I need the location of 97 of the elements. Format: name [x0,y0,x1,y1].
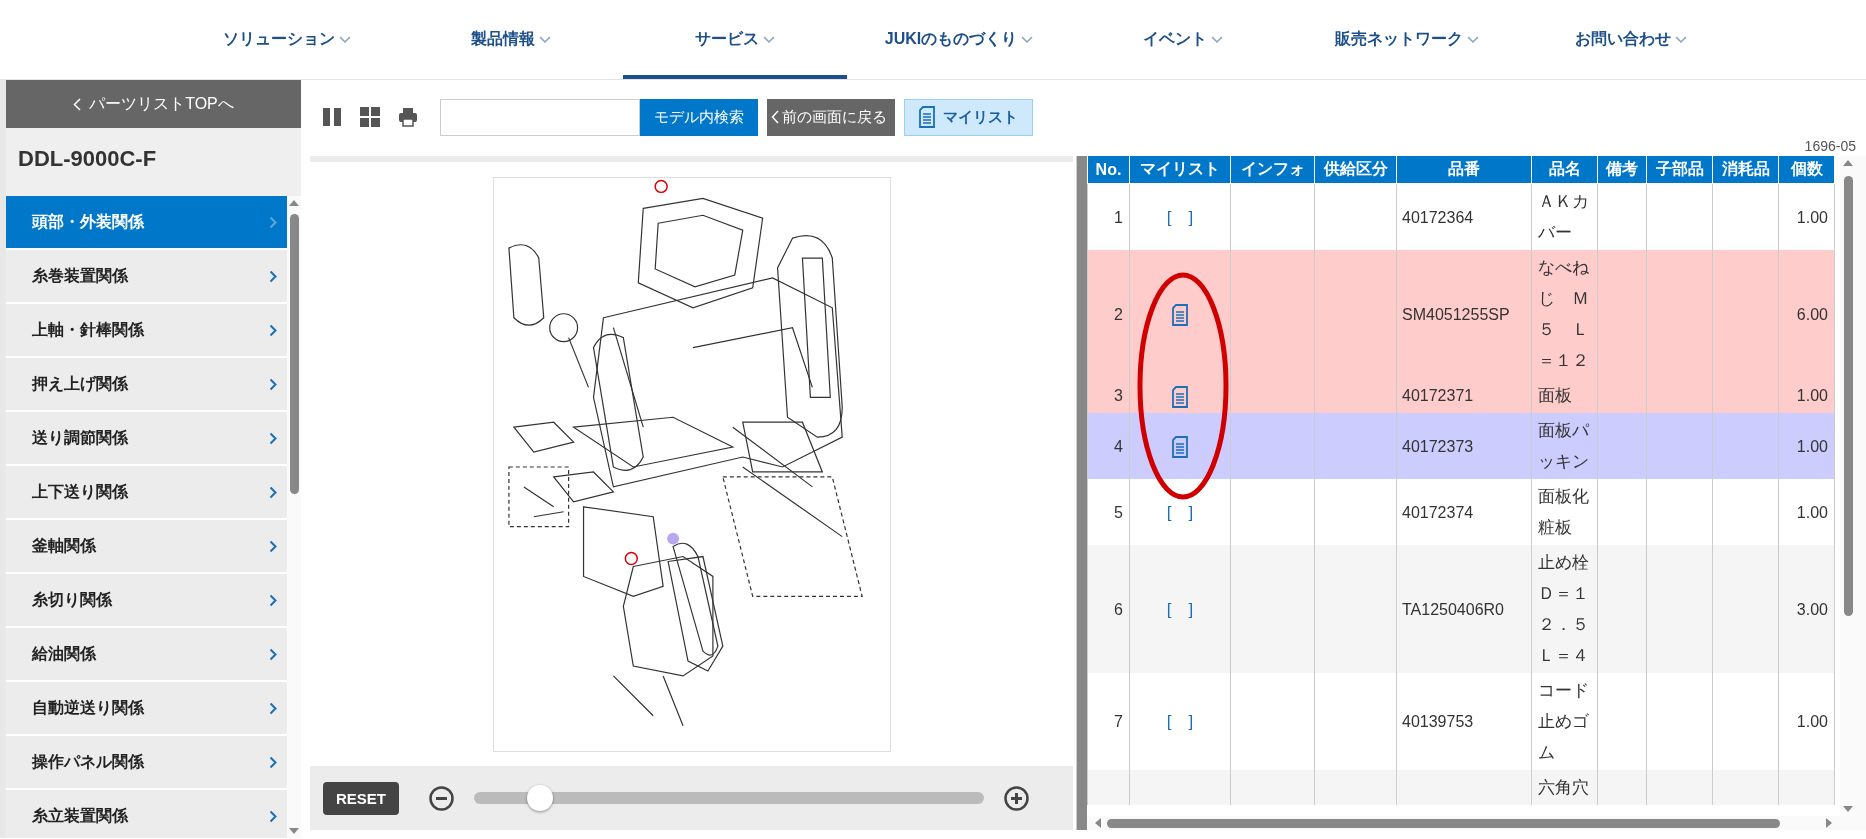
document-icon[interactable] [1172,385,1188,408]
table-cell: 6.00 [1796,305,1828,323]
table-cell: コード止めゴム [1538,681,1589,762]
table-cell: 3 [1114,387,1123,404]
column-header: 子部品 [1646,156,1713,184]
table-cell: 40172374 [1402,503,1474,521]
column-header: 品番 [1396,156,1532,184]
zoom-out-icon[interactable] [429,785,454,811]
scrollbar-thumb[interactable] [289,214,299,494]
panel-splitter[interactable] [1076,156,1087,830]
parts-list-top-button[interactable]: パーツリストTOPへ [6,80,301,128]
table-cell: 7 [1114,713,1123,730]
nav-menu-item[interactable]: サービス [623,0,847,79]
chevron-down-icon [1021,35,1034,44]
table-cell: 40172364 [1402,208,1474,226]
table-cell: 1 [1114,208,1123,226]
scrollbar-thumb[interactable] [1107,818,1780,828]
table-cell: 6 [1114,600,1123,618]
category-item[interactable]: 頭部・外装関係 [6,196,287,250]
table-cell: 面板 [1538,386,1572,405]
nav-menu-item[interactable]: 販売ネットワーク [1295,0,1519,79]
column-header: 品名 [1531,156,1598,184]
column-header: インフォ [1230,156,1315,184]
chevron-down-icon [1467,35,1479,44]
search-button[interactable]: モデル内検索 [640,98,758,136]
document-icon[interactable] [1172,304,1188,327]
add-to-list-toggle[interactable]: [ ] [1166,502,1194,522]
add-to-list-toggle[interactable]: [ ] [1166,599,1194,619]
nav-menu-item[interactable]: 製品情報 [399,0,623,79]
table-cell: 1.00 [1796,713,1828,730]
chevron-right-icon [269,755,277,769]
scrollbar-thumb[interactable] [1843,176,1853,616]
my-list-button[interactable]: マイリスト [904,98,1033,136]
nav-menu-item[interactable]: JUKIのものづくり [847,0,1071,79]
table-cell: 止め栓Ｄ＝１２．５Ｌ＝４ [1538,553,1589,665]
chevron-right-icon [269,701,277,715]
slider-thumb[interactable] [527,785,554,811]
table-cell: 40172371 [1402,387,1474,404]
table-cell: 面板パッキン [1538,421,1589,471]
chevron-left-icon [73,97,82,111]
chevron-down-icon [339,35,351,44]
document-icon [919,106,935,128]
nav-menu-item[interactable]: ソリューション [175,0,399,79]
chevron-down-icon [763,35,775,44]
table-cell: TA1250406R0 [1402,600,1504,618]
table-cell: 40172373 [1402,437,1474,455]
chevron-right-icon [269,809,277,823]
chevron-down-icon [539,35,551,44]
table-cell: SM4051255SP [1402,305,1510,323]
chevron-right-icon [269,593,277,607]
table-cell: 1.00 [1796,387,1828,404]
column-header: マイリスト [1129,156,1231,184]
pause-icon[interactable] [322,107,342,127]
column-header: 供給区分 [1314,156,1397,184]
chevron-right-icon [269,485,277,499]
print-icon[interactable] [398,107,418,127]
reset-button[interactable]: RESET [323,781,399,815]
table-cell: 1.00 [1796,208,1828,226]
drawing-code: 1696-05 [1804,138,1856,156]
chevron-right-icon [269,323,277,337]
add-to-list-toggle[interactable]: [ ] [1166,712,1194,731]
chevron-right-icon [269,647,277,661]
grid-icon[interactable] [360,107,380,127]
nav-menu-item[interactable]: お問い合わせ [1519,0,1743,79]
table-cell: なべねじ Ｍ５ Ｌ＝１２ [1538,258,1589,370]
zoom-in-icon[interactable] [1004,785,1029,811]
table-cell: 40139753 [1402,713,1474,730]
scroll-right-icon[interactable] [1824,817,1834,829]
add-to-list-toggle[interactable]: [ ] [1166,207,1194,227]
chevron-down-icon [1675,35,1687,44]
table-cell: ＡＫカバー [1538,192,1589,242]
table-cell: 面板化粧板 [1538,487,1589,537]
model-title: DDL-9000C-F [17,145,158,173]
table-cell: 六角穴 [1538,778,1589,797]
table-cell: 3.00 [1796,600,1828,618]
chevron-right-icon [269,539,277,553]
scroll-left-icon[interactable] [1093,817,1103,829]
chevron-left-icon [771,110,779,124]
search-field[interactable] [440,98,640,136]
table-cell: 1.00 [1796,437,1828,455]
chevron-right-icon [269,215,277,229]
column-header: 消耗品 [1712,156,1779,184]
table-cell: 1.00 [1796,503,1828,521]
table-cell: 4 [1114,437,1123,455]
chevron-right-icon [269,431,277,445]
table-cell: 5 [1114,503,1123,521]
zoom-slider[interactable] [474,785,984,811]
column-header: 個数 [1778,156,1835,184]
chevron-right-icon [269,269,277,283]
column-header: 備考 [1597,156,1647,184]
back-button[interactable]: 前の画面に戻る [767,98,895,136]
chevron-down-icon [1211,35,1223,44]
column-header: No. [1087,156,1130,184]
nav-menu-item[interactable]: イベント [1071,0,1295,79]
table-cell: 2 [1114,305,1123,323]
document-icon[interactable] [1172,436,1188,459]
chevron-right-icon [269,377,277,391]
